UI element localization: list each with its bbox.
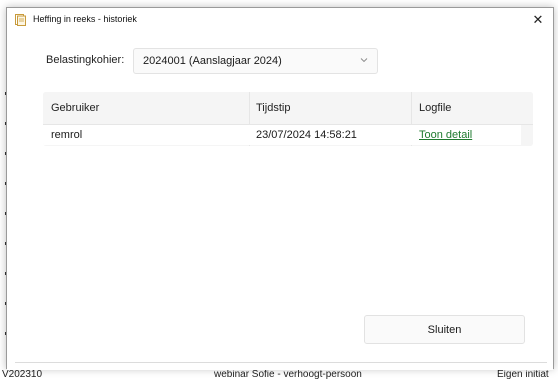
column-header-tijdstip[interactable]: Tijdstip [256,102,290,114]
history-dialog: Heffing in reeks - historiek ✕ Belasting… [6,7,554,370]
column-header-logfile[interactable]: Logfile [419,102,451,114]
window-title: Heffing in reeks - historiek [33,14,137,24]
kohier-label: Belastingkohier: [46,54,125,66]
dialog-content: Belastingkohier: 2024001 (Aanslagjaar 20… [7,32,553,370]
close-icon: ✕ [532,12,544,27]
sluiten-button-label: Sluiten [427,323,462,336]
grid-scroll-gutter[interactable] [521,125,533,146]
background-text: V202310 [2,369,43,380]
sluiten-button[interactable]: Sluiten [364,315,525,344]
close-button[interactable]: ✕ [523,8,553,32]
column-header-gebruiker[interactable]: Gebruiker [51,102,99,114]
document-icon [15,14,26,26]
footer-divider [15,362,547,363]
kohier-dropdown[interactable]: 2024001 (Aanslagjaar 2024) [133,48,378,74]
title-bar[interactable]: Heffing in reeks - historiek ✕ [7,8,553,32]
chevron-down-icon [360,58,368,63]
cell-gebruiker: remrol [51,129,83,141]
background-text: Eigen initiat [497,369,549,380]
background-text: webinar Sofie - verhoogt-persoon [214,369,362,380]
history-grid: Gebruiker Tijdstip Logfile remrol 23/07/… [43,92,533,146]
cell-tijdstip: 23/07/2024 14:58:21 [256,129,357,141]
table-row[interactable]: remrol 23/07/2024 14:58:21 Toon detail [43,125,521,145]
toon-detail-link[interactable]: Toon detail [419,129,472,141]
kohier-selected-value: 2024001 (Aanslagjaar 2024) [143,55,282,67]
grid-header: Gebruiker Tijdstip Logfile [43,92,533,125]
